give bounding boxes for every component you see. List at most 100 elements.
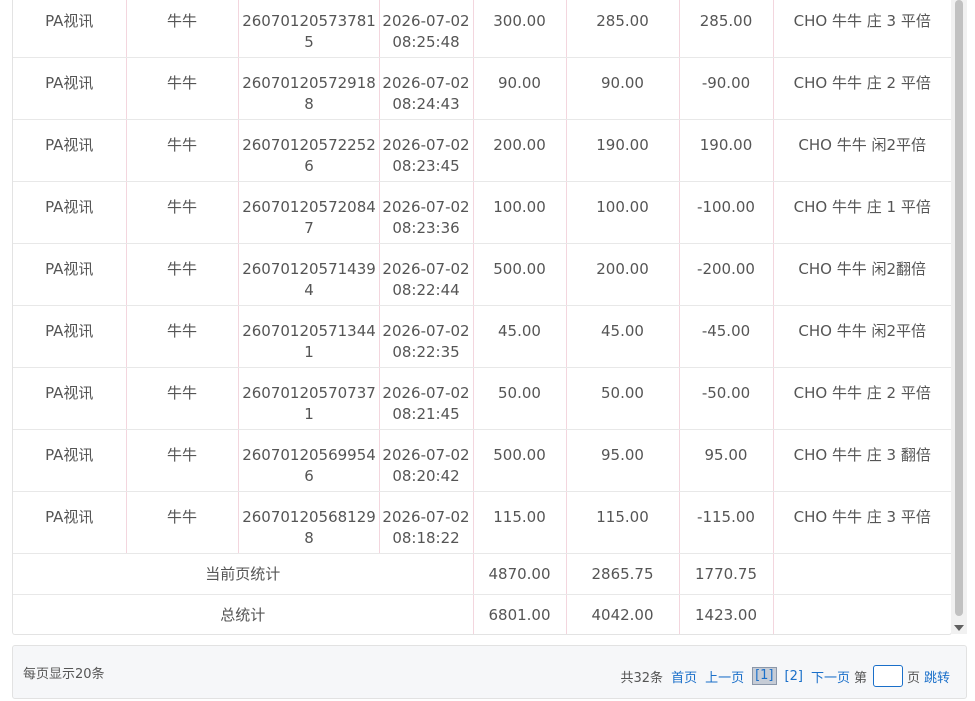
remark-cell: CHO 牛牛 庄 3 平倍 [773, 0, 951, 58]
goto-suffix: 页 [906, 670, 920, 686]
first-page-link[interactable]: 首页 [671, 667, 697, 686]
total-count: 共32条 [620, 670, 664, 686]
pagination-footer: 每页显示20条 共32条 首页 上一页 [1] [2] 下一页 第 页 跳转 [12, 645, 967, 699]
goto-prefix: 第 [853, 670, 867, 686]
bet-records-table: PA视讯 牛牛 260701205737815 2026-07-02 08:25:48… [13, 0, 951, 634]
platform-cell: PA视讯 [13, 0, 127, 58]
table-row: PA视讯 牛牛 260701205722526 2026-07-02 08:23:45… [13, 119, 951, 182]
serial-cell: 260701205729188 [238, 57, 380, 120]
remark-cell: CHO 牛牛 庄 2 平倍 [773, 57, 951, 120]
game-cell: 牛牛 [126, 305, 239, 368]
win-loss-cell: -115.00 [679, 491, 774, 554]
serial-cell: 260701205681298 [238, 491, 380, 554]
bet-amount-cell: 500.00 [473, 429, 567, 492]
page-summary-row: 当前页统计 4870.00 2865.75 1770.75 [13, 553, 951, 595]
time-cell: 2026-07-02 08:25:48 [379, 0, 474, 58]
time-cell: 2026-07-02 08:22:35 [379, 305, 474, 368]
bet-amount-cell: 500.00 [473, 243, 567, 306]
platform-cell: PA视讯 [13, 243, 127, 306]
win-loss-cell: -100.00 [679, 181, 774, 244]
platform-cell: PA视讯 [13, 305, 127, 368]
platform-cell: PA视讯 [13, 57, 127, 120]
goto-button[interactable]: 跳转 [924, 667, 950, 686]
time-cell: 2026-07-02 08:23:45 [379, 119, 474, 182]
table-row: PA视讯 牛牛 260701205681298 2026-07-02 08:18:22… [13, 491, 951, 554]
remark-cell: CHO 牛牛 庄 3 平倍 [773, 491, 951, 554]
game-cell: 牛牛 [126, 491, 239, 554]
total-summary-win: 1423.00 [679, 594, 774, 634]
valid-bet-cell: 285.00 [566, 0, 680, 58]
win-loss-cell: 285.00 [679, 0, 774, 58]
pager: 共32条 首页 上一页 [1] [2] 下一页 第 页 跳转 [613, 665, 950, 687]
per-page-label: 每页显示20条 [23, 667, 105, 682]
serial-cell: 260701205713441 [238, 305, 380, 368]
remark-cell: CHO 牛牛 闲2翻倍 [773, 243, 951, 306]
page-summary-empty [773, 553, 951, 595]
page-summary-bet: 4870.00 [473, 553, 567, 595]
goto-page-input[interactable] [872, 665, 903, 687]
bet-amount-cell: 50.00 [473, 367, 567, 430]
game-cell: 牛牛 [126, 57, 239, 120]
total-summary-label: 总统计 [13, 594, 474, 634]
platform-cell: PA视讯 [13, 491, 127, 554]
valid-bet-cell: 95.00 [566, 429, 680, 492]
valid-bet-cell: 45.00 [566, 305, 680, 368]
game-cell: 牛牛 [126, 119, 239, 182]
total-summary-bet: 6801.00 [473, 594, 567, 634]
platform-cell: PA视讯 [13, 429, 127, 492]
time-cell: 2026-07-02 08:24:43 [379, 57, 474, 120]
total-summary-empty [773, 594, 951, 634]
bet-records-table-container: PA视讯 牛牛 260701205737815 2026-07-02 08:25:48… [12, 0, 952, 635]
next-page-link[interactable]: 下一页 [811, 667, 850, 686]
valid-bet-cell: 190.00 [566, 119, 680, 182]
win-loss-cell: 95.00 [679, 429, 774, 492]
scroll-down-arrow-icon[interactable] [954, 625, 964, 631]
serial-cell: 260701205720847 [238, 181, 380, 244]
table-row: PA视讯 牛牛 260701205699546 2026-07-02 08:20:42… [13, 429, 951, 492]
serial-cell: 260701205722526 [238, 119, 380, 182]
valid-bet-cell: 100.00 [566, 181, 680, 244]
table-row: PA视讯 牛牛 260701205737815 2026-07-02 08:25:48… [13, 0, 951, 58]
platform-cell: PA视讯 [13, 119, 127, 182]
time-cell: 2026-07-02 08:21:45 [379, 367, 474, 430]
remark-cell: CHO 牛牛 庄 2 平倍 [773, 367, 951, 430]
table-row: PA视讯 牛牛 260701205707371 2026-07-02 08:21:45… [13, 367, 951, 430]
page-summary-win: 1770.75 [679, 553, 774, 595]
valid-bet-cell: 200.00 [566, 243, 680, 306]
game-cell: 牛牛 [126, 0, 239, 58]
time-cell: 2026-07-02 08:20:42 [379, 429, 474, 492]
prev-page-link[interactable]: 上一页 [705, 667, 744, 686]
game-cell: 牛牛 [126, 181, 239, 244]
serial-cell: 260701205714394 [238, 243, 380, 306]
remark-cell: CHO 牛牛 庄 1 平倍 [773, 181, 951, 244]
win-loss-cell: -90.00 [679, 57, 774, 120]
total-summary-valid: 4042.00 [566, 594, 680, 634]
platform-cell: PA视讯 [13, 367, 127, 430]
scrollbar-thumb[interactable] [955, 0, 963, 616]
table-row: PA视讯 牛牛 260701205713441 2026-07-02 08:22:35… [13, 305, 951, 368]
total-summary-row: 总统计 6801.00 4042.00 1423.00 [13, 594, 951, 634]
page-2-link[interactable]: [2] [785, 669, 803, 684]
win-loss-cell: -200.00 [679, 243, 774, 306]
serial-cell: 260701205699546 [238, 429, 380, 492]
table-row: PA视讯 牛牛 260701205714394 2026-07-02 08:22:44… [13, 243, 951, 306]
bet-amount-cell: 300.00 [473, 0, 567, 58]
valid-bet-cell: 115.00 [566, 491, 680, 554]
bet-amount-cell: 45.00 [473, 305, 567, 368]
serial-cell: 260701205707371 [238, 367, 380, 430]
valid-bet-cell: 90.00 [566, 57, 680, 120]
remark-cell: CHO 牛牛 庄 3 翻倍 [773, 429, 951, 492]
time-cell: 2026-07-02 08:18:22 [379, 491, 474, 554]
game-cell: 牛牛 [126, 243, 239, 306]
platform-cell: PA视讯 [13, 181, 127, 244]
remark-cell: CHO 牛牛 闲2平倍 [773, 119, 951, 182]
valid-bet-cell: 50.00 [566, 367, 680, 430]
time-cell: 2026-07-02 08:23:36 [379, 181, 474, 244]
win-loss-cell: -50.00 [679, 367, 774, 430]
win-loss-cell: 190.00 [679, 119, 774, 182]
vertical-scrollbar[interactable] [951, 0, 967, 634]
current-page-1: [1] [752, 667, 777, 685]
time-cell: 2026-07-02 08:22:44 [379, 243, 474, 306]
serial-cell: 260701205737815 [238, 0, 380, 58]
page-summary-label: 当前页统计 [13, 553, 474, 595]
